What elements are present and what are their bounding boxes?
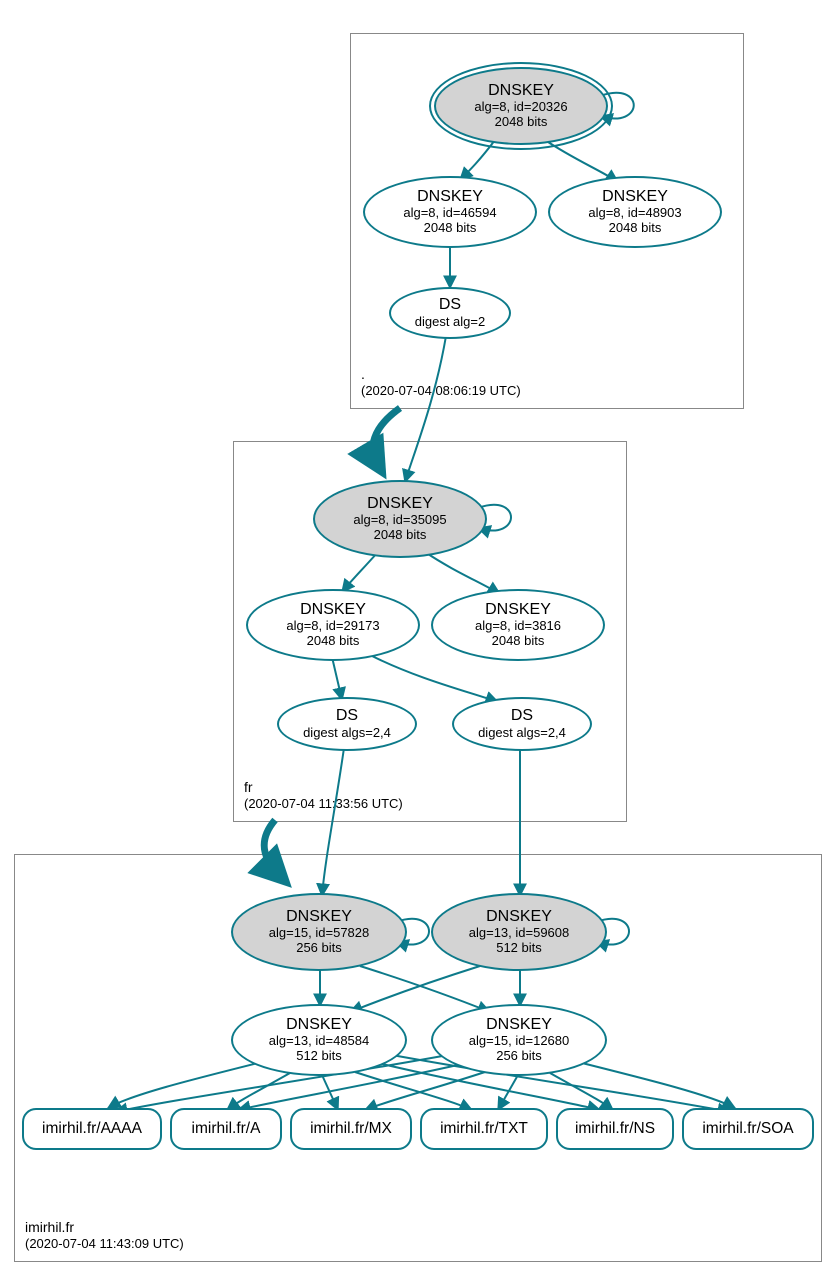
node-alg: digest algs=2,4	[478, 726, 566, 741]
node-title: DNSKEY	[486, 1016, 552, 1034]
node-title: DNSKEY	[286, 908, 352, 926]
node-bits: 2048 bits	[495, 115, 548, 130]
node-alg: alg=13, id=48584	[269, 1034, 369, 1049]
node-alg: alg=8, id=46594	[403, 206, 496, 221]
node-alg: alg=15, id=57828	[269, 926, 369, 941]
dnskey-root-46594: DNSKEY alg=8, id=46594 2048 bits	[363, 176, 537, 248]
node-bits: 512 bits	[496, 941, 542, 956]
zone-name: imirhil.fr	[25, 1218, 184, 1236]
ds-fr-1: DS digest algs=2,4	[277, 697, 417, 751]
node-bits: 2048 bits	[609, 221, 662, 236]
node-title: DS	[439, 296, 461, 314]
node-alg: alg=8, id=3816	[475, 619, 561, 634]
node-title: DNSKEY	[602, 188, 668, 206]
node-bits: 2048 bits	[424, 221, 477, 236]
node-title: DNSKEY	[300, 601, 366, 619]
node-alg: alg=8, id=29173	[286, 619, 379, 634]
zone-name: .	[361, 365, 521, 383]
rrset-soa: imirhil.fr/SOA	[682, 1108, 814, 1150]
zone-imirhil-label: imirhil.fr (2020-07-04 11:43:09 UTC)	[25, 1218, 184, 1253]
node-alg: alg=15, id=12680	[469, 1034, 569, 1049]
node-alg: alg=8, id=20326	[474, 100, 567, 115]
node-title: DNSKEY	[417, 188, 483, 206]
rrset-txt: imirhil.fr/TXT	[420, 1108, 548, 1150]
rrset-aaaa: imirhil.fr/AAAA	[22, 1108, 162, 1150]
dnskey-root-ksk: DNSKEY alg=8, id=20326 2048 bits	[434, 67, 608, 145]
node-title: DNSKEY	[485, 601, 551, 619]
zone-timestamp: (2020-07-04 11:33:56 UTC)	[244, 796, 403, 813]
node-bits: 2048 bits	[374, 528, 427, 543]
dnskey-imirhil-48584: DNSKEY alg=13, id=48584 512 bits	[231, 1004, 407, 1076]
zone-timestamp: (2020-07-04 11:43:09 UTC)	[25, 1236, 184, 1253]
dnskey-imirhil-59608: DNSKEY alg=13, id=59608 512 bits	[431, 893, 607, 971]
node-alg: digest algs=2,4	[303, 726, 391, 741]
ds-fr-2: DS digest algs=2,4	[452, 697, 592, 751]
dnskey-imirhil-12680: DNSKEY alg=15, id=12680 256 bits	[431, 1004, 607, 1076]
node-bits: 512 bits	[296, 1049, 342, 1064]
node-bits: 2048 bits	[307, 634, 360, 649]
zone-root-label: . (2020-07-04 08:06:19 UTC)	[361, 365, 521, 400]
dnskey-fr-ksk: DNSKEY alg=8, id=35095 2048 bits	[313, 480, 487, 558]
node-title: DNSKEY	[367, 495, 433, 513]
zone-fr-label: fr (2020-07-04 11:33:56 UTC)	[244, 778, 403, 813]
dnskey-root-48903: DNSKEY alg=8, id=48903 2048 bits	[548, 176, 722, 248]
node-bits: 2048 bits	[492, 634, 545, 649]
node-title: DS	[511, 707, 533, 725]
node-title: DS	[336, 707, 358, 725]
zone-name: fr	[244, 778, 403, 796]
dnskey-fr-3816: DNSKEY alg=8, id=3816 2048 bits	[431, 589, 605, 661]
node-bits: 256 bits	[296, 941, 342, 956]
node-alg: alg=13, id=59608	[469, 926, 569, 941]
node-bits: 256 bits	[496, 1049, 542, 1064]
dnssec-graph: . (2020-07-04 08:06:19 UTC) fr (2020-07-…	[0, 0, 837, 1278]
node-title: DNSKEY	[486, 908, 552, 926]
rrset-a: imirhil.fr/A	[170, 1108, 282, 1150]
rrset-mx: imirhil.fr/MX	[290, 1108, 412, 1150]
dnskey-imirhil-57828: DNSKEY alg=15, id=57828 256 bits	[231, 893, 407, 971]
node-alg: alg=8, id=48903	[588, 206, 681, 221]
dnskey-fr-29173: DNSKEY alg=8, id=29173 2048 bits	[246, 589, 420, 661]
node-alg: alg=8, id=35095	[353, 513, 446, 528]
zone-imirhil: imirhil.fr (2020-07-04 11:43:09 UTC)	[14, 854, 822, 1262]
node-title: DNSKEY	[488, 82, 554, 100]
rrset-ns: imirhil.fr/NS	[556, 1108, 674, 1150]
node-alg: digest alg=2	[415, 315, 485, 330]
node-title: DNSKEY	[286, 1016, 352, 1034]
zone-timestamp: (2020-07-04 08:06:19 UTC)	[361, 383, 521, 400]
ds-root: DS digest alg=2	[389, 287, 511, 339]
